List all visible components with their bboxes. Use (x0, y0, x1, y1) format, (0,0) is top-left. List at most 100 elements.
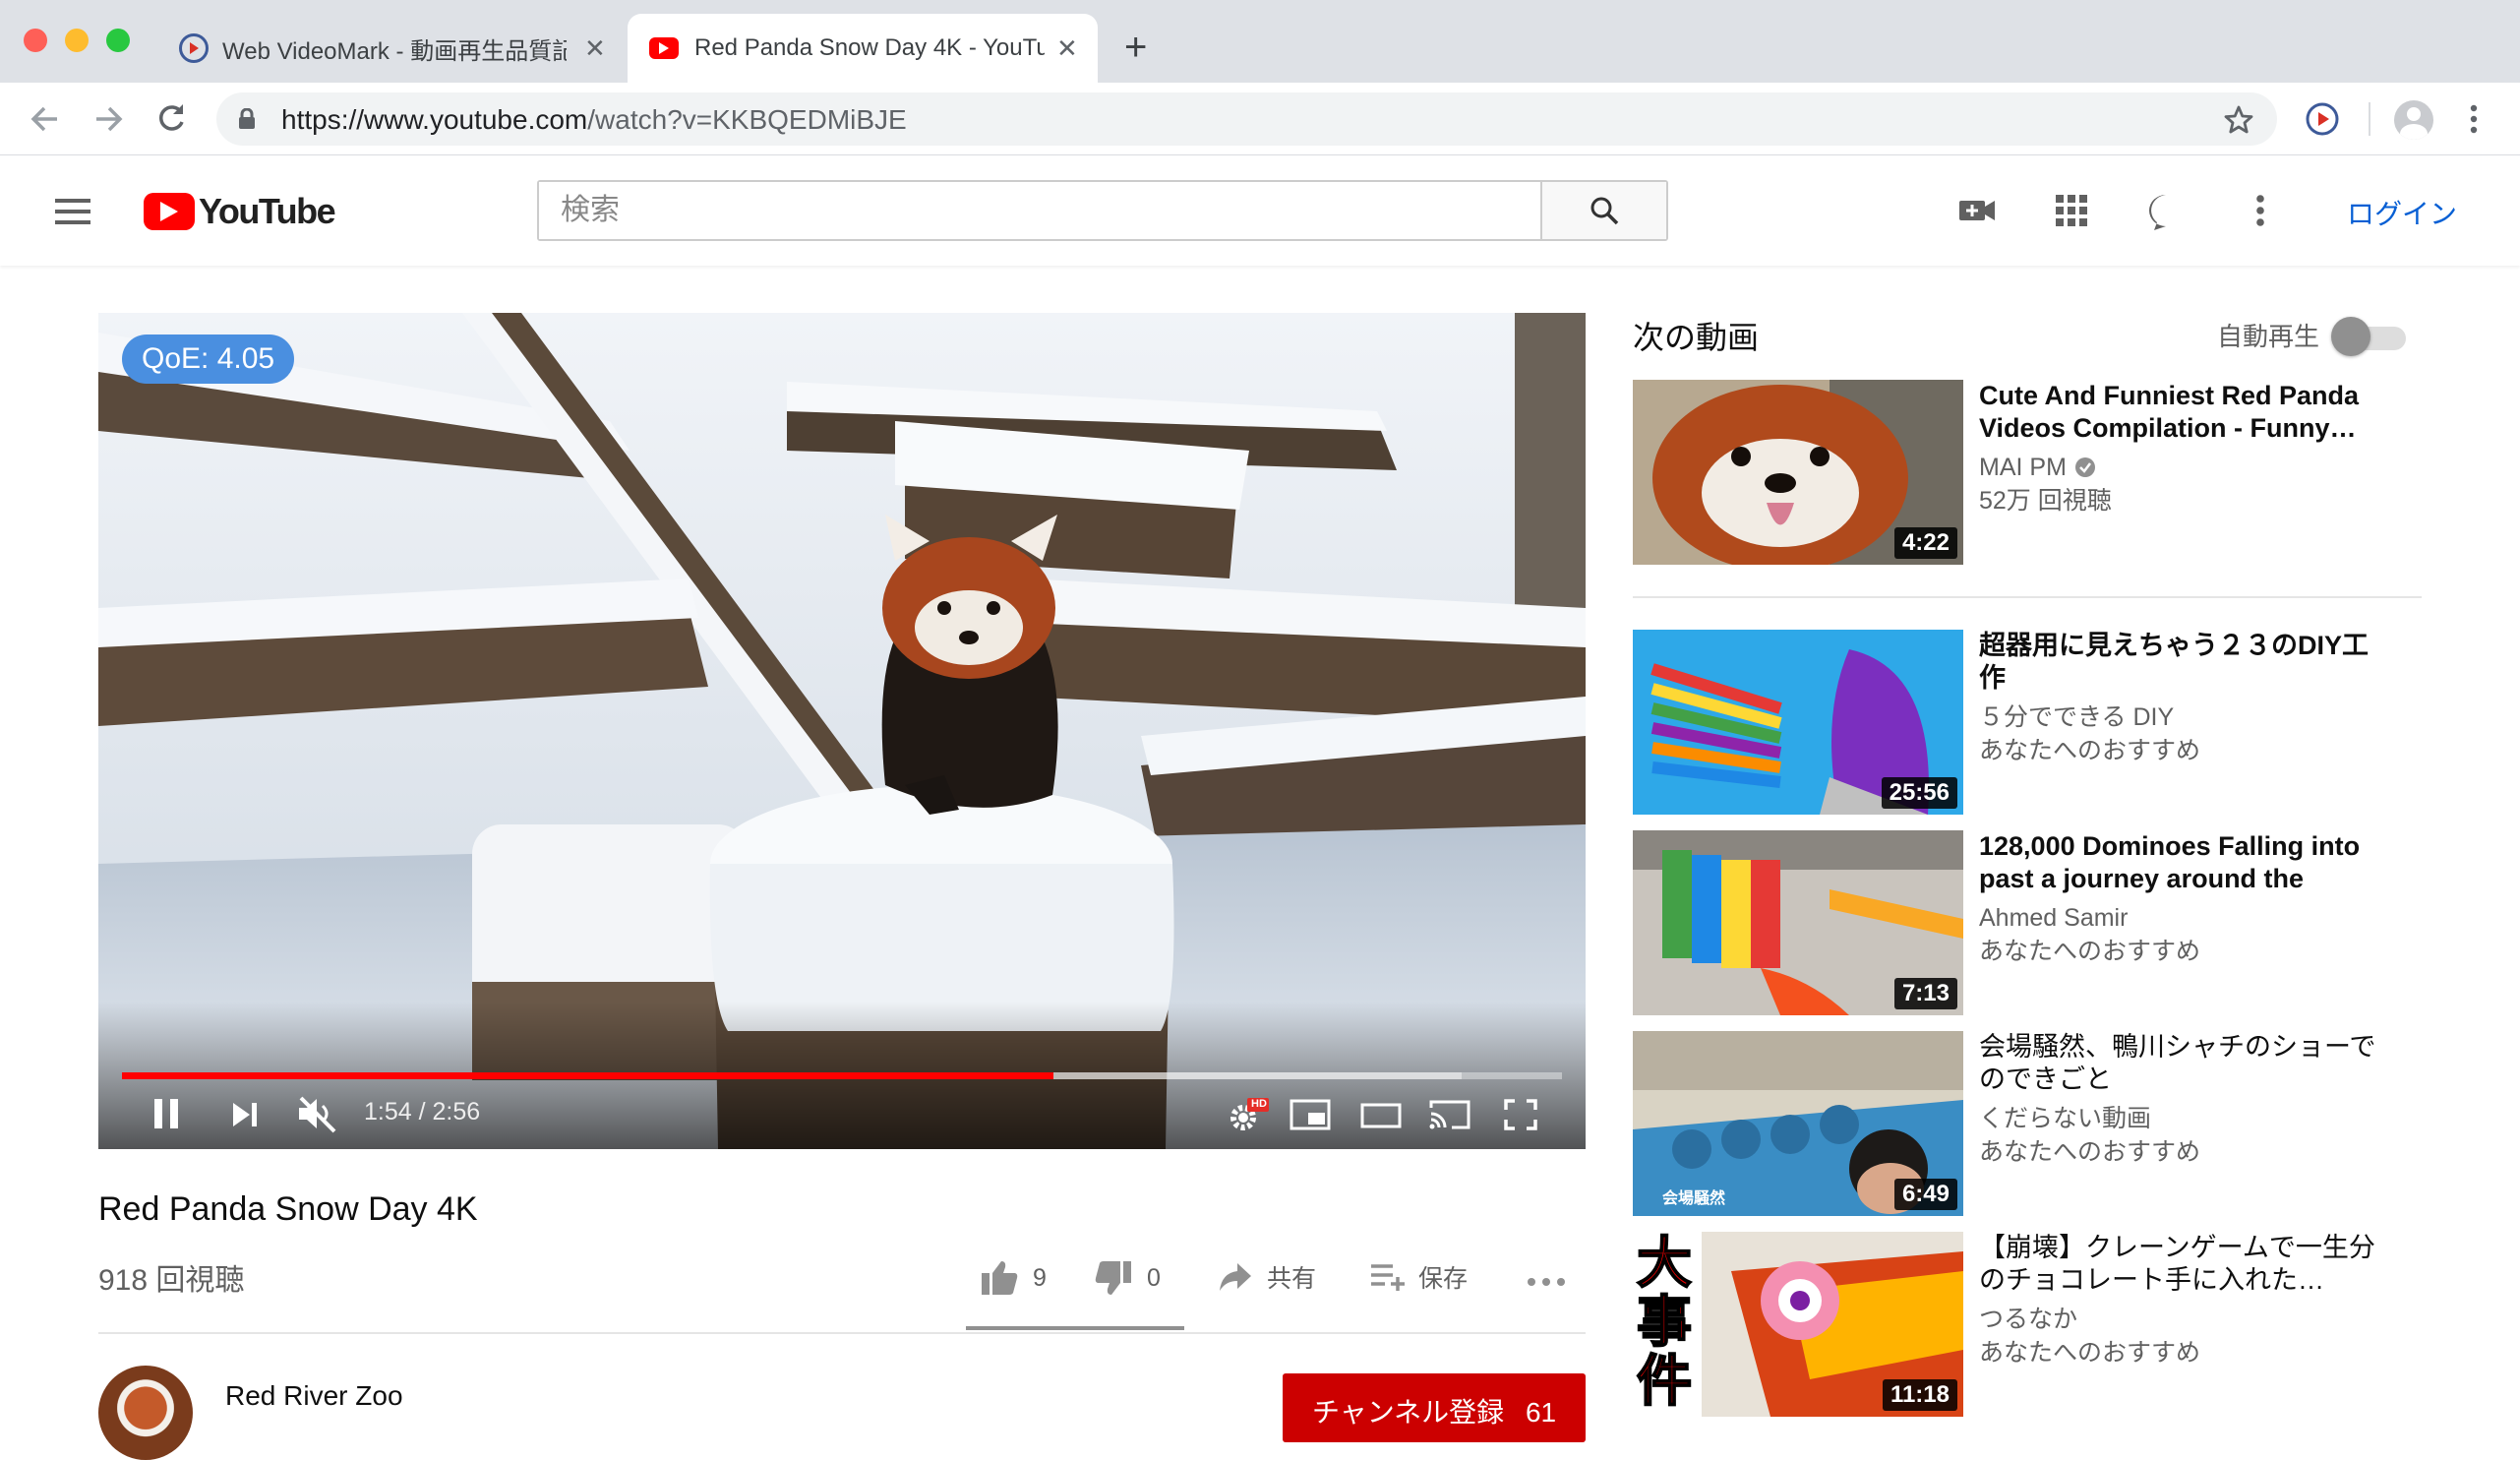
recommendation-item[interactable]: 7:13 128,000 Dominoes Falling into past … (1633, 830, 2518, 1017)
url-path: /watch?v=KKBQEDMiBJE (587, 104, 907, 135)
thumbnail-caption: 会場騒然 (1662, 1190, 1726, 1207)
tab-close-icon[interactable]: ✕ (1056, 35, 1078, 61)
video-thumbnail[interactable]: 7:13 (1633, 830, 1963, 1015)
reload-icon[interactable] (153, 100, 189, 136)
recommendation-channel[interactable]: つるなか (1979, 1303, 2077, 1336)
like-count: 9 (1033, 1263, 1047, 1292)
recommendation-channel[interactable]: Ahmed Samir (1979, 901, 2128, 935)
create-video-icon[interactable] (1957, 193, 1997, 228)
profile-icon[interactable] (2394, 100, 2433, 140)
forward-icon[interactable] (90, 102, 126, 136)
search-button[interactable] (1540, 182, 1666, 239)
tab-youtube[interactable]: Red Panda Snow Day 4K - YouTube ✕ (628, 14, 1098, 83)
like-button[interactable]: 9 (980, 1259, 1047, 1297)
add-to-playlist-icon (1371, 1264, 1405, 1291)
recommendation-channel[interactable]: ５分でできる DIY (1979, 700, 2174, 734)
next-video-button[interactable] (230, 1100, 260, 1129)
thumbnail-caption: 大事件 (1636, 1232, 1693, 1412)
cast-button[interactable] (1428, 1098, 1471, 1131)
info-divider (98, 1332, 1586, 1334)
recommendation-item[interactable]: 4:22 Cute And Funniest Red Panda Videos … (1633, 380, 2518, 567)
recommendation-title[interactable]: Cute And Funniest Red Panda Videos Compi… (1979, 380, 2392, 445)
subscribe-button[interactable]: チャンネル登録 61 (1283, 1373, 1586, 1442)
more-actions-icon[interactable] (1527, 1277, 1566, 1287)
video-player[interactable]: QoE: 4.05 1:54 / 2:56 HD (98, 313, 1586, 1149)
maximize-window-button[interactable] (106, 29, 130, 52)
theater-mode-button[interactable] (1359, 1102, 1403, 1129)
toolbar-separator (2369, 102, 2370, 136)
autoplay-toggle[interactable] (2331, 317, 2406, 356)
time-display: 1:54 / 2:56 (364, 1098, 481, 1125)
star-icon[interactable] (2223, 104, 2254, 136)
hd-badge: HD (1251, 1098, 1267, 1110)
search-icon (1590, 197, 1619, 225)
duration-badge: 7:13 (1893, 978, 1957, 1009)
apps-grid-icon[interactable] (2054, 193, 2089, 228)
recommendation-item[interactable]: 大事件 11:18 【崩壊】クレーンゲームで一生分のチョコレート手に入れた… つ… (1633, 1232, 2518, 1419)
mute-button[interactable] (295, 1094, 338, 1133)
share-icon (1220, 1263, 1251, 1291)
video-thumbnail[interactable]: 4:22 (1633, 380, 1963, 565)
sentiment-bar (966, 1326, 1184, 1330)
guide-menu-icon[interactable] (55, 199, 90, 224)
recommendation-title[interactable]: 128,000 Dominoes Falling into past a jou… (1979, 830, 2392, 895)
progress-bar[interactable] (122, 1072, 1562, 1079)
recommendation-meta: あなたへのおすすめ (1979, 1138, 2201, 1166)
save-button[interactable]: 保存 (1369, 1259, 1468, 1295)
recommendation-meta: 52万 回視聴 (1979, 487, 2112, 515)
settings-menu-icon[interactable] (2254, 193, 2266, 228)
address-bar[interactable]: https://www.youtube.com/watch?v=KKBQEDMi… (216, 92, 2277, 146)
recommendation-item[interactable]: 25:56 超器用に見えちゃう２３のDIY工作 ５分でできる DIY あなたへの… (1633, 630, 2518, 817)
dislike-button[interactable]: 0 (1094, 1259, 1161, 1297)
url-host: https://www.youtube.com (281, 104, 588, 135)
tab-title: Web VideoMark - 動画再生品質記 (222, 37, 567, 65)
channel-avatar[interactable] (98, 1366, 193, 1460)
dislike-count: 0 (1147, 1263, 1161, 1292)
url-text[interactable]: https://www.youtube.com/watch?v=KKBQEDMi… (281, 104, 907, 136)
autoplay-label: 自動再生 (2217, 322, 2320, 351)
minimize-window-button[interactable] (65, 29, 89, 52)
toggle-knob (2331, 317, 2370, 356)
recommendation-meta: あなたへのおすすめ (1979, 1339, 2201, 1367)
tab-close-icon[interactable]: ✕ (584, 35, 606, 61)
fullscreen-button[interactable] (1503, 1098, 1538, 1131)
subscribe-label: チャンネル登録 (1312, 1397, 1505, 1428)
video-thumbnail[interactable]: 大事件 11:18 (1633, 1232, 1963, 1417)
recommendation-title[interactable]: 会場騒然、鴨川シャチのショーでのできごと (1979, 1031, 2392, 1096)
recommendation-channel[interactable]: くだらない動画 (1979, 1102, 2151, 1135)
messages-icon[interactable] (2146, 193, 2186, 230)
recommendation-item[interactable]: 会場騒然 6:49 会場騒然、鴨川シャチのショーでのできごと くだらない動画 あ… (1633, 1031, 2518, 1218)
close-window-button[interactable] (24, 29, 47, 52)
youtube-favicon-icon (649, 37, 679, 59)
search-box (537, 180, 1668, 241)
youtube-logo[interactable]: YouTube (144, 191, 336, 232)
channel-name[interactable]: Red River Zoo (225, 1380, 403, 1412)
recommendation-title[interactable]: 超器用に見えちゃう２３のDIY工作 (1979, 630, 2392, 695)
pause-button[interactable] (151, 1096, 181, 1131)
back-icon[interactable] (28, 102, 63, 136)
youtube-masthead: YouTube ログイン (0, 155, 2520, 266)
duration-badge: 11:18 (1882, 1379, 1957, 1411)
new-tab-button[interactable]: + (1124, 28, 1147, 67)
videomark-extension-icon[interactable] (2304, 100, 2341, 138)
video-thumbnail[interactable]: 25:56 (1633, 630, 1963, 815)
login-link[interactable]: ログイン (2347, 193, 2457, 232)
lock-icon[interactable] (238, 108, 256, 130)
share-label: 共有 (1267, 1265, 1317, 1293)
duration-badge: 6:49 (1893, 1179, 1957, 1210)
up-next-heading: 次の動画 (1633, 320, 1760, 355)
videomark-favicon-icon (179, 33, 209, 63)
share-button[interactable]: 共有 (1218, 1259, 1316, 1295)
duration-badge: 25:56 (1881, 777, 1957, 809)
miniplayer-button[interactable] (1289, 1098, 1332, 1131)
recommendation-meta: あなたへのおすすめ (1979, 737, 2201, 764)
recommendation-title[interactable]: 【崩壊】クレーンゲームで一生分のチョコレート手に入れた… (1979, 1232, 2392, 1297)
browser-menu-icon[interactable] (2469, 102, 2479, 136)
tab-web-videomark[interactable]: Web VideoMark - 動画再生品質記 ✕ (167, 14, 620, 83)
search-input[interactable] (539, 182, 1540, 239)
video-thumbnail[interactable]: 会場騒然 6:49 (1633, 1031, 1963, 1216)
video-title: Red Panda Snow Day 4K (98, 1190, 478, 1228)
recommendation-channel[interactable]: MAI PM (1979, 451, 2067, 484)
recommendation-meta: あなたへのおすすめ (1979, 938, 2201, 965)
thumbs-up-icon (982, 1261, 1018, 1295)
